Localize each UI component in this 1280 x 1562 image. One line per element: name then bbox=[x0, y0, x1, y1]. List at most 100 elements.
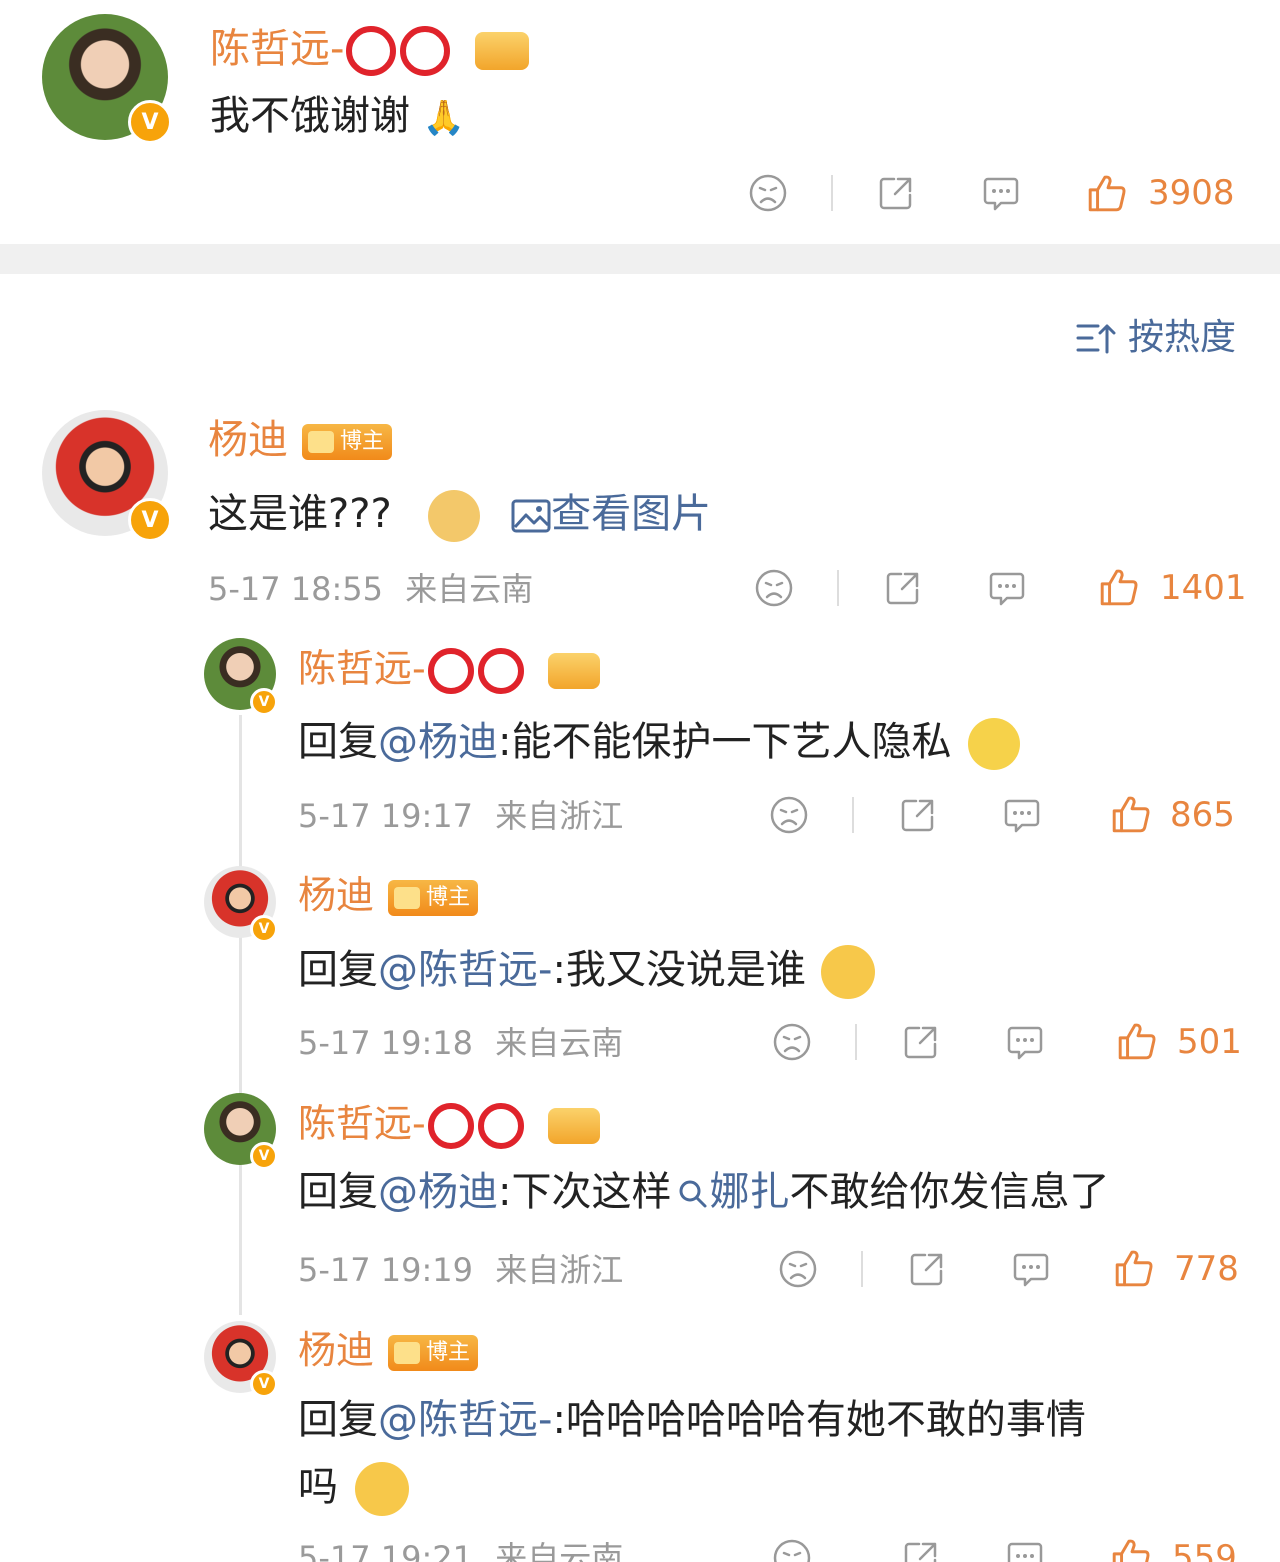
like-icon[interactable] bbox=[1110, 793, 1152, 835]
post-text: 我不饿谢谢 bbox=[210, 93, 410, 139]
crown-icon bbox=[547, 653, 600, 689]
dislike-icon[interactable] bbox=[769, 795, 809, 835]
share-icon[interactable] bbox=[901, 1022, 941, 1062]
comment-author-name[interactable]: 杨迪 bbox=[208, 417, 288, 463]
reply-prefix: 回复 bbox=[298, 1169, 378, 1215]
smile-emoji bbox=[968, 718, 1021, 770]
comment-icon[interactable] bbox=[1002, 795, 1042, 835]
reply-like-count: 865 bbox=[1170, 795, 1235, 835]
image-icon bbox=[511, 499, 551, 533]
reply-author-name[interactable]: 杨迪 bbox=[298, 873, 374, 917]
verified-badge-icon: V bbox=[250, 915, 278, 943]
comment-icon[interactable] bbox=[1011, 1249, 1051, 1289]
blogger-badge: 博主 bbox=[302, 424, 393, 460]
crown-icon bbox=[394, 1341, 421, 1364]
reply-thread-line bbox=[239, 715, 242, 1315]
reply-text: :能不能保护一下艺人隐私 bbox=[498, 719, 952, 765]
reply-text: :哈哈哈哈哈哈有她不敢的事情 bbox=[552, 1397, 1086, 1443]
red-circle-emoji bbox=[477, 1103, 524, 1149]
view-image-label[interactable]: 查看图片 bbox=[551, 491, 711, 537]
sort-label: 按热度 bbox=[1128, 317, 1237, 358]
blogger-badge: 博主 bbox=[388, 879, 479, 916]
like-icon[interactable] bbox=[1113, 1247, 1155, 1289]
like-icon[interactable] bbox=[1086, 172, 1128, 214]
blogger-badge-label: 博主 bbox=[426, 884, 471, 910]
red-circle-emoji bbox=[427, 648, 474, 694]
post-author-name[interactable]: 陈哲远- bbox=[210, 26, 344, 72]
verified-badge-icon: V bbox=[250, 688, 278, 716]
reply-text: :我又没说是谁 bbox=[552, 947, 806, 993]
blogger-badge: 博主 bbox=[388, 1334, 479, 1371]
reply-like-count: 778 bbox=[1174, 1249, 1239, 1289]
blogger-badge-label: 博主 bbox=[340, 429, 385, 454]
search-link-label[interactable]: 娜扎 bbox=[709, 1169, 789, 1215]
like-icon[interactable] bbox=[1116, 1020, 1158, 1062]
search-icon bbox=[679, 1180, 707, 1208]
reply-time: 5-17 19:19 bbox=[298, 1251, 474, 1289]
praying-hands-emoji: 🙏 bbox=[422, 98, 466, 138]
reply-location: 来自云南 bbox=[495, 1024, 624, 1062]
mention-link[interactable]: @杨迪 bbox=[378, 719, 498, 765]
dislike-icon[interactable] bbox=[748, 173, 788, 213]
like-icon[interactable] bbox=[1110, 1536, 1152, 1562]
dislike-icon[interactable] bbox=[772, 1022, 812, 1062]
share-icon[interactable] bbox=[907, 1249, 947, 1289]
share-icon[interactable] bbox=[898, 795, 938, 835]
reply-like-count: 501 bbox=[1177, 1022, 1242, 1062]
red-circle-emoji bbox=[400, 26, 451, 76]
crown-icon bbox=[475, 32, 530, 70]
sort-icon bbox=[1076, 324, 1116, 354]
dislike-icon[interactable] bbox=[754, 568, 794, 608]
crown-icon bbox=[394, 886, 421, 909]
verified-badge-icon: V bbox=[250, 1370, 278, 1398]
section-separator bbox=[0, 244, 1280, 274]
reply-prefix: 回复 bbox=[298, 947, 378, 993]
reply-like-count: 559 bbox=[1172, 1538, 1237, 1562]
comment-icon[interactable] bbox=[1005, 1022, 1045, 1062]
verified-badge-icon: V bbox=[250, 1142, 278, 1170]
search-link[interactable]: 娜扎 bbox=[677, 1169, 789, 1215]
comment-like-count: 1401 bbox=[1160, 568, 1247, 608]
reply-location: 来自云南 bbox=[495, 1539, 624, 1562]
post-like-count: 3908 bbox=[1148, 173, 1235, 213]
doge-emoji bbox=[428, 490, 481, 542]
reply-author-name[interactable]: 杨迪 bbox=[298, 1328, 374, 1372]
reply-text: 不敢给你发信息了 bbox=[789, 1169, 1110, 1215]
comment-icon[interactable] bbox=[1005, 1538, 1045, 1562]
crown-icon bbox=[308, 431, 334, 453]
share-icon[interactable] bbox=[876, 173, 916, 213]
comment-location: 来自云南 bbox=[405, 570, 534, 608]
mention-link[interactable]: @陈哲远- bbox=[378, 947, 552, 993]
share-icon[interactable] bbox=[901, 1538, 941, 1562]
reply-time: 5-17 19:21 bbox=[298, 1539, 474, 1562]
reply-time: 5-17 19:17 bbox=[298, 797, 474, 835]
dislike-icon[interactable] bbox=[772, 1538, 812, 1562]
reply-location: 来自浙江 bbox=[495, 1251, 624, 1289]
sort-button[interactable]: 按热度 bbox=[1076, 320, 1236, 356]
blogger-badge-label: 博主 bbox=[426, 1339, 471, 1365]
comment-icon[interactable] bbox=[987, 568, 1027, 608]
mention-link[interactable]: @陈哲远- bbox=[378, 1397, 552, 1443]
reply-author-name[interactable]: 陈哲远- bbox=[298, 647, 426, 691]
mention-link[interactable]: @杨迪 bbox=[378, 1169, 498, 1215]
cover-eyes-emoji bbox=[820, 945, 875, 999]
reply-text: :下次这样 bbox=[498, 1169, 672, 1215]
red-circle-emoji bbox=[477, 648, 524, 694]
divider bbox=[837, 570, 839, 606]
comment-text: 这是谁??? bbox=[208, 491, 392, 537]
reply-prefix: 回复 bbox=[298, 1397, 378, 1443]
divider bbox=[861, 1251, 863, 1287]
crown-icon bbox=[547, 1108, 600, 1144]
dislike-icon[interactable] bbox=[778, 1249, 818, 1289]
view-image-link[interactable]: 查看图片 bbox=[511, 491, 711, 537]
like-icon[interactable] bbox=[1098, 566, 1140, 608]
reply-time: 5-17 19:18 bbox=[298, 1024, 474, 1062]
comment-icon[interactable] bbox=[981, 173, 1021, 213]
share-icon[interactable] bbox=[883, 568, 923, 608]
comment-time: 5-17 18:55 bbox=[208, 570, 384, 608]
divider bbox=[852, 797, 854, 833]
divider bbox=[855, 1024, 857, 1060]
reply-text: 吗 bbox=[298, 1464, 338, 1510]
reply-author-name[interactable]: 陈哲远- bbox=[298, 1102, 426, 1146]
red-circle-emoji bbox=[427, 1103, 474, 1149]
